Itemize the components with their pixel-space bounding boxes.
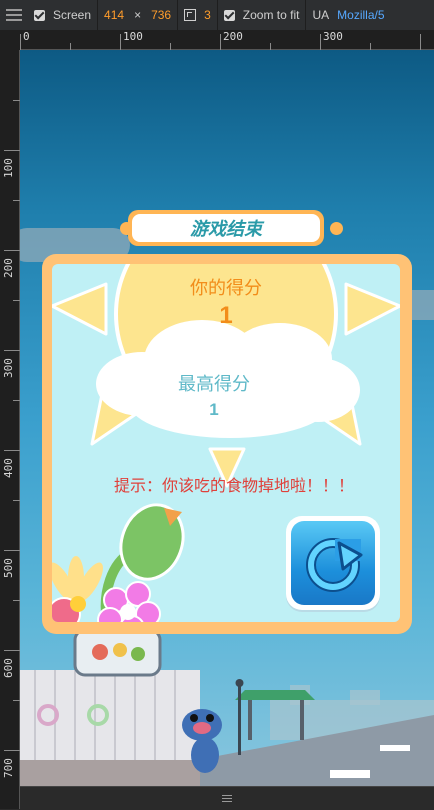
screen-size: 414 × 736 (98, 0, 177, 30)
ua-field[interactable]: Mozilla/5 (337, 8, 384, 22)
ruler-left-label-500: 500 (2, 558, 15, 578)
zoom-label: Zoom to fit (242, 8, 300, 22)
screen-height-field[interactable]: 736 (151, 8, 171, 22)
replay-button-face[interactable] (291, 521, 375, 605)
ruler-left-label-300: 300 (2, 358, 15, 378)
device-pixel-ratio-icon (184, 9, 197, 21)
horizontal-ruler: 0 100 200 300 (0, 30, 434, 50)
ruler-left-label-100: 100 (2, 158, 15, 178)
vertical-ruler: 100 200 300 400 500 600 700 (0, 30, 20, 809)
grip-icon[interactable] (222, 795, 232, 802)
ruler-left-label-200: 200 (2, 258, 15, 278)
screen-checkbox[interactable] (34, 9, 45, 21)
replay-button[interactable] (286, 516, 380, 610)
zoom-checkbox[interactable] (223, 9, 235, 21)
game-over-title-tab: 游戏结束 (128, 210, 324, 246)
dpr-control[interactable]: 3 (177, 0, 218, 30)
ruler-top-label-300: 300 (323, 30, 343, 43)
replay-icon (306, 538, 363, 592)
your-score-value: 1 (219, 302, 233, 329)
menu-icon[interactable] (6, 9, 22, 21)
ua-control[interactable]: UA Mozilla/5 (306, 0, 390, 30)
screen-toggle[interactable]: Screen (28, 0, 99, 30)
zoom-toggle[interactable]: Zoom to fit (218, 0, 307, 30)
times-sign: × (134, 8, 142, 22)
dpr-field[interactable]: 3 (204, 8, 211, 22)
ua-label: UA (312, 8, 330, 22)
ruler-left-label-600: 600 (2, 658, 15, 678)
resize-handle[interactable] (20, 786, 434, 810)
device-toolbar: Screen 414 × 736 3 Zoom to fit UA Mozill… (0, 0, 434, 31)
ruler-top-label-200: 200 (223, 30, 243, 43)
screen-label: Screen (53, 8, 92, 22)
result-panel: 你的得分 1 最高得分 1 提示：你该吃的食物掉地啦！！！ (42, 254, 412, 634)
ruler-top-label-0: 0 (23, 30, 30, 43)
best-score-label: 最高得分 (178, 374, 250, 395)
ruler-left-label-700: 700 (2, 758, 15, 778)
screen-width-field[interactable]: 414 (104, 8, 124, 22)
flower-decoration (52, 503, 185, 622)
ruler-left-label-400: 400 (2, 458, 15, 478)
best-score-value: 1 (209, 400, 219, 419)
game-over-title: 游戏结束 (132, 214, 320, 242)
title-knob-right (330, 222, 343, 235)
device-viewport: 游戏结束 你的得分 1 最高得分 1 提示：你该吃的食物掉地啦！！！ (20, 50, 434, 786)
your-score-label: 你的得分 (190, 278, 262, 299)
ruler-top-label-100: 100 (123, 30, 143, 43)
result-panel-body: 你的得分 1 最高得分 1 提示：你该吃的食物掉地啦！！！ (52, 264, 400, 622)
